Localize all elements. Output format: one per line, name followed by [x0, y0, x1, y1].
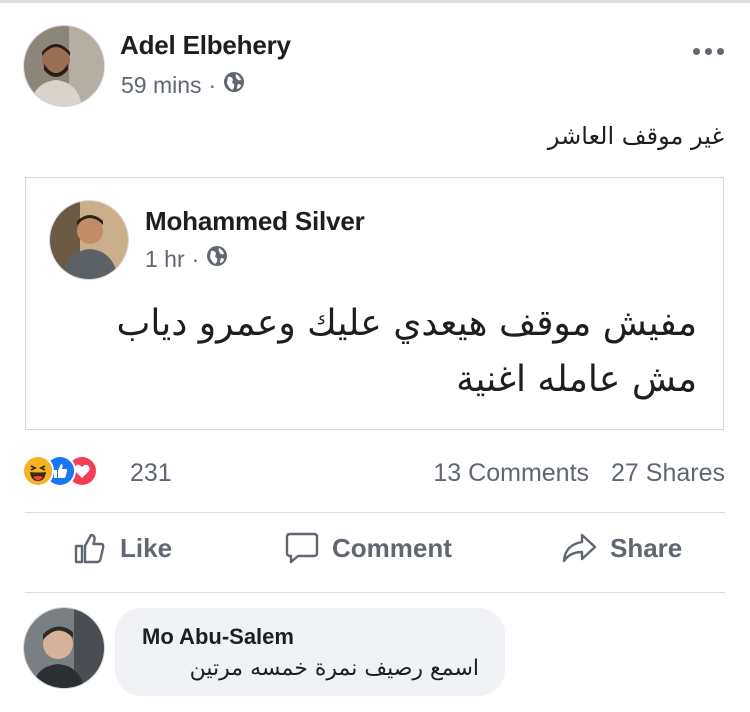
divider — [25, 592, 725, 593]
comment-text: اسمع رصيف نمرة خمسه مرتين — [189, 656, 479, 681]
commenter-name[interactable]: Mo Abu-Salem — [142, 624, 294, 650]
more-options-icon[interactable] — [693, 48, 724, 55]
haha-reaction-icon — [22, 455, 54, 487]
reaction-count[interactable]: 231 — [130, 459, 172, 488]
post-text: غير موقف العاشر — [547, 122, 724, 150]
meta-separator: · — [191, 245, 200, 272]
shares-count-link[interactable]: 27 Shares — [611, 459, 725, 488]
like-button[interactable]: Like — [72, 530, 172, 566]
shared-post-meta: 1 hr · — [145, 245, 228, 273]
shared-post-card[interactable]: Mohammed Silver 1 hr · مفيش موقف هيعدي ع… — [25, 177, 724, 430]
meta-separator: · — [208, 71, 217, 98]
like-label: Like — [120, 532, 173, 563]
share-button[interactable]: Share — [560, 530, 682, 566]
post-timestamp[interactable]: 59 mins — [121, 72, 202, 99]
comment-button[interactable]: Comment — [284, 530, 452, 566]
post-meta: 59 mins · — [121, 71, 245, 99]
share-icon — [562, 533, 597, 563]
comment-bubble[interactable]: Mo Abu-Salem اسمع رصيف نمرة خمسه مرتين — [115, 608, 505, 696]
post-author-avatar[interactable] — [23, 25, 105, 107]
comment-label: Comment — [332, 532, 452, 563]
shared-author-name[interactable]: Mohammed Silver — [145, 206, 365, 237]
shared-post-text: مفيش موقف هيعدي عليك وعمرو دياب مش عامله… — [116, 303, 697, 400]
comments-count-link[interactable]: 13 Comments — [433, 459, 589, 488]
post-stats: 13 Comments 27 Shares — [433, 459, 725, 488]
top-border — [0, 0, 750, 3]
divider — [25, 512, 725, 513]
post-author-name[interactable]: Adel Elbehery — [120, 30, 291, 61]
comment-icon — [285, 532, 319, 564]
shared-post-timestamp[interactable]: 1 hr — [145, 246, 185, 273]
like-icon — [74, 533, 105, 564]
globe-icon — [206, 245, 228, 273]
commenter-avatar[interactable] — [23, 607, 105, 689]
shared-author-avatar[interactable] — [49, 200, 129, 280]
globe-icon — [223, 71, 245, 99]
share-label: Share — [610, 532, 683, 563]
reaction-icons[interactable] — [22, 455, 98, 487]
